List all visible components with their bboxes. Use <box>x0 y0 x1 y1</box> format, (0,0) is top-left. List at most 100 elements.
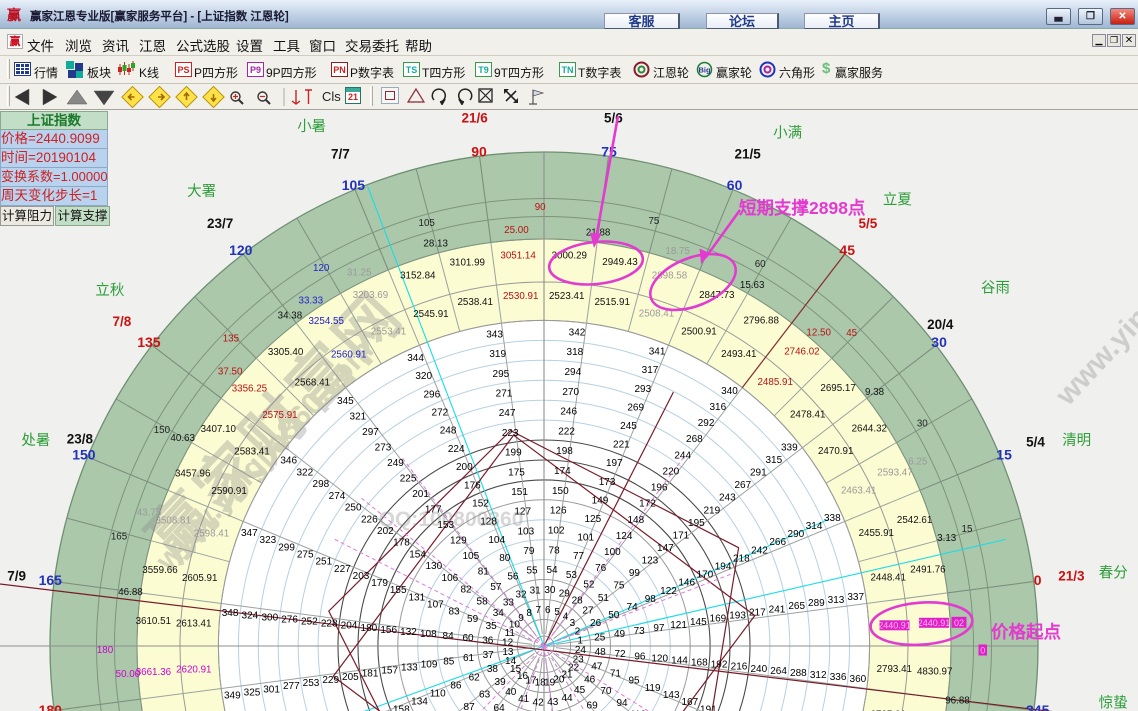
svg-text:181: 181 <box>362 669 379 680</box>
svg-text:33.33: 33.33 <box>299 296 324 307</box>
svg-text:6: 6 <box>545 605 551 616</box>
svg-text:3101.99: 3101.99 <box>450 257 485 268</box>
svg-text:2470.91: 2470.91 <box>818 446 853 457</box>
svg-text:135: 135 <box>223 334 240 345</box>
svg-text:25.00: 25.00 <box>504 225 529 236</box>
svg-text:195: 195 <box>688 518 705 529</box>
svg-text:74: 74 <box>627 602 639 613</box>
svg-text:295: 295 <box>493 369 510 380</box>
svg-text:75: 75 <box>601 143 617 159</box>
svg-text:15.63: 15.63 <box>740 280 765 291</box>
svg-text:158: 158 <box>393 705 410 711</box>
svg-text:处暑: 处暑 <box>21 432 50 449</box>
svg-text:30: 30 <box>544 585 556 596</box>
svg-text:127: 127 <box>514 507 531 518</box>
svg-text:37: 37 <box>483 650 495 661</box>
svg-text:7/9: 7/9 <box>7 569 26 584</box>
svg-text:222: 222 <box>558 426 575 437</box>
svg-text:18.75: 18.75 <box>665 246 690 257</box>
svg-text:156: 156 <box>380 625 397 636</box>
svg-text:立秋: 立秋 <box>95 282 124 299</box>
svg-text:194: 194 <box>715 562 732 573</box>
svg-text:324: 324 <box>242 610 259 621</box>
svg-text:323: 323 <box>260 535 277 546</box>
svg-text:21/3: 21/3 <box>1058 569 1085 584</box>
svg-text:76: 76 <box>595 563 607 574</box>
svg-text:9.38: 9.38 <box>865 387 885 398</box>
svg-text:2644.32: 2644.32 <box>852 423 887 434</box>
svg-text:198: 198 <box>556 446 573 457</box>
svg-text:2530.91: 2530.91 <box>503 291 538 302</box>
svg-text:02: 02 <box>954 618 964 628</box>
svg-text:24: 24 <box>575 645 587 656</box>
svg-text:48: 48 <box>595 647 607 658</box>
svg-text:2613.41: 2613.41 <box>176 619 211 630</box>
svg-text:264: 264 <box>770 666 787 677</box>
svg-text:34: 34 <box>493 608 505 619</box>
svg-text:99: 99 <box>629 568 641 579</box>
svg-text:谷雨: 谷雨 <box>981 280 1010 297</box>
svg-text:205: 205 <box>342 672 359 683</box>
svg-text:268: 268 <box>686 434 703 445</box>
svg-text:225: 225 <box>400 473 417 484</box>
svg-text:2583.41: 2583.41 <box>234 446 269 457</box>
svg-text:132: 132 <box>400 627 417 638</box>
svg-text:Big: Big <box>698 66 711 75</box>
svg-text:40: 40 <box>505 687 517 698</box>
svg-text:5/6: 5/6 <box>604 111 623 126</box>
svg-text:216: 216 <box>731 662 748 673</box>
svg-text:172: 172 <box>639 499 656 510</box>
svg-text:220: 220 <box>663 467 680 478</box>
svg-text:2485.91: 2485.91 <box>757 377 792 388</box>
svg-text:8: 8 <box>526 608 532 619</box>
svg-text:40.63: 40.63 <box>170 433 195 444</box>
svg-text:86: 86 <box>450 680 462 691</box>
svg-text:2440.91: 2440.91 <box>918 618 951 628</box>
svg-text:58: 58 <box>477 596 489 607</box>
svg-text:75: 75 <box>613 581 625 592</box>
svg-text:196: 196 <box>651 483 668 494</box>
svg-text:121: 121 <box>670 620 687 631</box>
svg-text:126: 126 <box>550 506 567 517</box>
svg-text:45: 45 <box>846 328 857 339</box>
svg-text:105: 105 <box>462 551 479 562</box>
svg-text:价格起点: 价格起点 <box>991 622 1061 642</box>
svg-text:272: 272 <box>432 408 449 419</box>
svg-text:62: 62 <box>469 672 481 683</box>
svg-text:301: 301 <box>263 684 280 695</box>
svg-text:192: 192 <box>711 660 728 671</box>
svg-text:101: 101 <box>577 533 594 544</box>
svg-text:199: 199 <box>505 448 522 459</box>
svg-text:96.88: 96.88 <box>945 695 970 706</box>
svg-text:157: 157 <box>381 666 398 677</box>
svg-text:20/4: 20/4 <box>927 317 954 332</box>
svg-text:105: 105 <box>342 177 366 193</box>
svg-text:319: 319 <box>489 349 506 360</box>
svg-text:180: 180 <box>97 645 114 656</box>
svg-text:313: 313 <box>828 595 845 606</box>
svg-text:224: 224 <box>448 444 465 455</box>
svg-text:292: 292 <box>698 418 715 429</box>
svg-text:34.38: 34.38 <box>278 311 303 322</box>
svg-text:246: 246 <box>560 407 577 418</box>
svg-text:228: 228 <box>321 619 338 630</box>
svg-text:2545.91: 2545.91 <box>413 309 448 320</box>
svg-text:小暑: 小暑 <box>297 118 326 135</box>
svg-text:349: 349 <box>224 691 241 702</box>
svg-text:267: 267 <box>734 480 751 491</box>
svg-text:2598.41: 2598.41 <box>194 529 229 540</box>
svg-text:79: 79 <box>523 546 535 557</box>
svg-text:15: 15 <box>996 446 1012 462</box>
svg-text:2493.41: 2493.41 <box>721 349 756 360</box>
svg-text:120: 120 <box>229 242 253 258</box>
svg-text:0: 0 <box>1034 572 1042 588</box>
svg-text:337: 337 <box>847 592 864 603</box>
svg-text:277: 277 <box>283 681 300 692</box>
svg-text:178: 178 <box>393 538 410 549</box>
svg-text:82: 82 <box>460 585 472 596</box>
svg-text:84: 84 <box>443 631 455 642</box>
svg-text:151: 151 <box>511 487 528 498</box>
svg-text:28.13: 28.13 <box>423 239 448 250</box>
svg-text:360: 360 <box>850 674 867 685</box>
svg-text:2491.76: 2491.76 <box>910 565 946 576</box>
